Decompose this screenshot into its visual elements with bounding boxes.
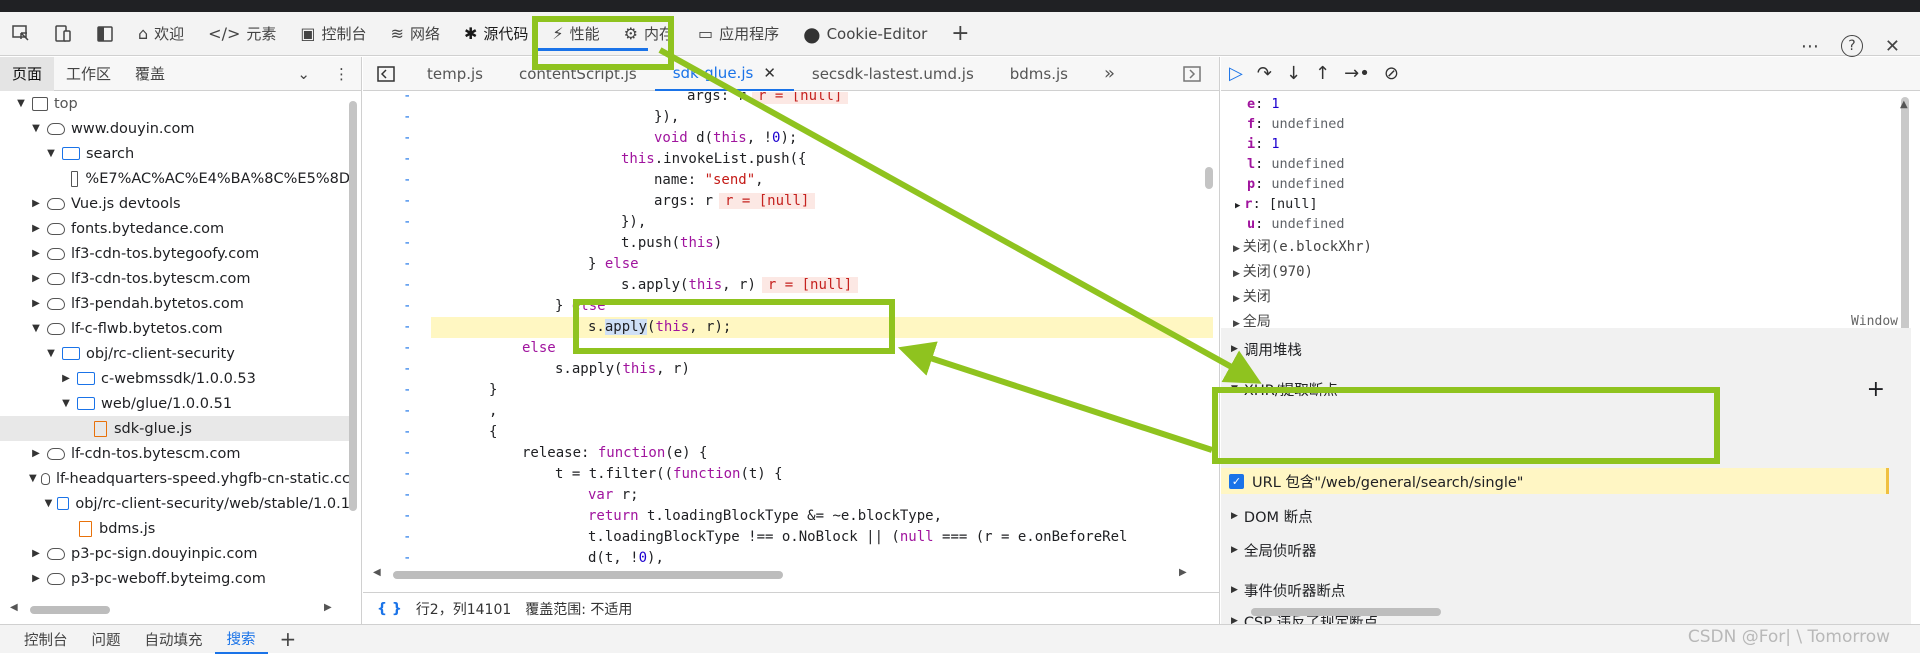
annotation-arrows [0,0,1920,653]
annotation-arrow-1 [660,50,1246,375]
debugger-hscrollbar[interactable] [1251,608,1441,616]
annotation-arrow-2 [915,353,1212,450]
